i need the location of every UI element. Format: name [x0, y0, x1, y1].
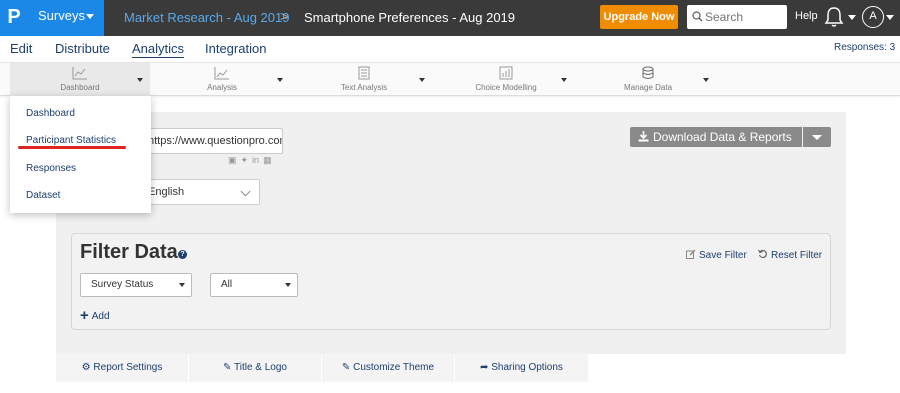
tool-label: Manage Data [623, 83, 673, 92]
tool-label: Text Analysis [340, 83, 388, 92]
breadcrumb-folder[interactable]: Market Research - Aug 2019 [124, 10, 289, 25]
tool-manage-data[interactable]: Manage Data [578, 63, 718, 97]
tab-label: Sharing Options [491, 362, 563, 373]
bar-chart-icon [499, 66, 513, 80]
download-icon [638, 131, 649, 142]
tab-report-settings[interactable]: ⚙ Report Settings [56, 354, 189, 382]
reset-filter-label: Reset Filter [771, 250, 823, 261]
menu-item-dataset[interactable]: Dataset [26, 190, 60, 201]
survey-status-select[interactable]: Survey Status [80, 273, 192, 297]
add-label: Add [91, 311, 110, 322]
cogs-icon: ⚙ [81, 362, 91, 373]
breadcrumb-survey[interactable]: Smartphone Preferences - Aug 2019 [304, 10, 515, 25]
dashboard-dropdown-menu: Dashboard Participant Statistics Respons… [10, 96, 151, 213]
status-value: All [221, 279, 233, 290]
chevron-down-icon[interactable] [277, 78, 283, 82]
tool-label: Analysis [207, 83, 237, 92]
search-box[interactable] [687, 5, 787, 29]
facebook-icon[interactable]: ▣ [228, 155, 237, 165]
chevron-down-icon[interactable] [561, 78, 567, 82]
tool-choice-modelling[interactable]: Choice Modelling [436, 63, 576, 97]
survey-status-value: Survey Status [91, 279, 154, 290]
tab-label: Customize Theme [353, 362, 435, 373]
language-select[interactable]: English [143, 179, 260, 205]
edit-icon: ✎ [223, 362, 232, 373]
app-logo[interactable]: P [0, 0, 28, 36]
download-options-button[interactable] [803, 127, 831, 147]
chevron-down-icon[interactable] [848, 15, 856, 20]
nav-edit[interactable]: Edit [10, 41, 32, 56]
database-icon [642, 66, 654, 79]
plus-icon: + [80, 307, 89, 324]
report-url-field[interactable]: https://www.questionpro.com [143, 128, 283, 154]
responses-count[interactable]: Responses: 3 [834, 42, 895, 53]
report-tabs: ⚙ Report Settings ✎ Title & Logo ✎ Custo… [56, 354, 588, 382]
save-filter-label: Save Filter [699, 250, 747, 261]
chart-icon [214, 67, 229, 80]
tab-customize-theme[interactable]: ✎ Customize Theme [322, 354, 455, 382]
tab-sharing-options[interactable]: ➦ Sharing Options [455, 354, 588, 382]
download-data-reports-button[interactable]: Download Data & Reports [630, 127, 802, 147]
twitter-icon[interactable]: ✦ [241, 155, 249, 165]
edit-icon: ✎ [341, 362, 351, 373]
menu-item-responses[interactable]: Responses [26, 163, 76, 174]
filter-title: Filter Data [80, 241, 178, 263]
tool-dashboard[interactable]: Dashboard [10, 63, 150, 97]
menu-item-participant-statistics[interactable]: Participant Statistics [26, 135, 116, 146]
surveys-dropdown[interactable]: Surveys [28, 0, 104, 36]
tool-analysis[interactable]: Analysis [152, 63, 292, 97]
chevron-down-icon [285, 283, 291, 287]
highlight-underline [18, 146, 126, 149]
language-value: English [148, 186, 185, 198]
help-link[interactable]: Help [795, 10, 818, 22]
qr-code-icon[interactable]: ▦ [263, 155, 272, 165]
breadcrumb-separator: > [280, 8, 289, 24]
top-bar: P Surveys Market Research - Aug 2019 > S… [0, 0, 900, 36]
tool-text-analysis[interactable]: Text Analysis [294, 63, 434, 97]
linkedin-icon[interactable]: in [252, 155, 259, 165]
surveys-label: Surveys [38, 8, 85, 23]
search-icon [692, 11, 703, 22]
menu-item-dashboard[interactable]: Dashboard [26, 108, 75, 119]
line-chart-icon [72, 67, 87, 80]
status-value-select[interactable]: All [210, 273, 298, 297]
search-input[interactable] [705, 8, 783, 26]
nav-distribute[interactable]: Distribute [55, 41, 110, 56]
chevron-down-icon[interactable] [886, 15, 894, 20]
text-analysis-icon [358, 66, 370, 80]
tab-title-logo[interactable]: ✎ Title & Logo [189, 354, 322, 382]
edit-icon [686, 249, 696, 259]
chevron-down-icon[interactable] [703, 78, 709, 82]
avatar[interactable]: A [862, 6, 884, 28]
chevron-down-icon [240, 186, 251, 197]
tool-label: Dashboard [60, 83, 100, 92]
tab-label: Title & Logo [234, 362, 287, 373]
help-icon[interactable]: ? [178, 250, 187, 259]
undo-icon [757, 249, 767, 259]
add-filter-link[interactable]: + Add [80, 307, 110, 324]
tool-label: Choice Modelling [475, 83, 537, 92]
upgrade-now-button[interactable]: Upgrade Now [600, 5, 678, 29]
reset-filter-link[interactable]: Reset Filter [757, 249, 823, 261]
chevron-down-icon[interactable] [419, 78, 425, 82]
nav-analytics[interactable]: Analytics [132, 41, 185, 58]
nav-integration[interactable]: Integration [205, 41, 266, 56]
share-icon: ➦ [480, 362, 489, 373]
analytics-toolbar: Dashboard Analysis Text Analysis Choice … [0, 62, 900, 97]
tab-label: Report Settings [93, 362, 163, 373]
chevron-down-icon [179, 283, 185, 287]
save-filter-link[interactable]: Save Filter [686, 249, 747, 261]
share-icons: ▣ ✦ in ▦ [228, 155, 276, 166]
download-label: Download Data & Reports [653, 130, 792, 144]
bell-icon[interactable] [824, 6, 844, 28]
chevron-down-icon [812, 135, 822, 140]
main-nav: Edit Distribute Analytics Integration [0, 36, 900, 62]
chevron-down-icon [86, 14, 94, 19]
chevron-down-icon[interactable] [137, 78, 143, 82]
